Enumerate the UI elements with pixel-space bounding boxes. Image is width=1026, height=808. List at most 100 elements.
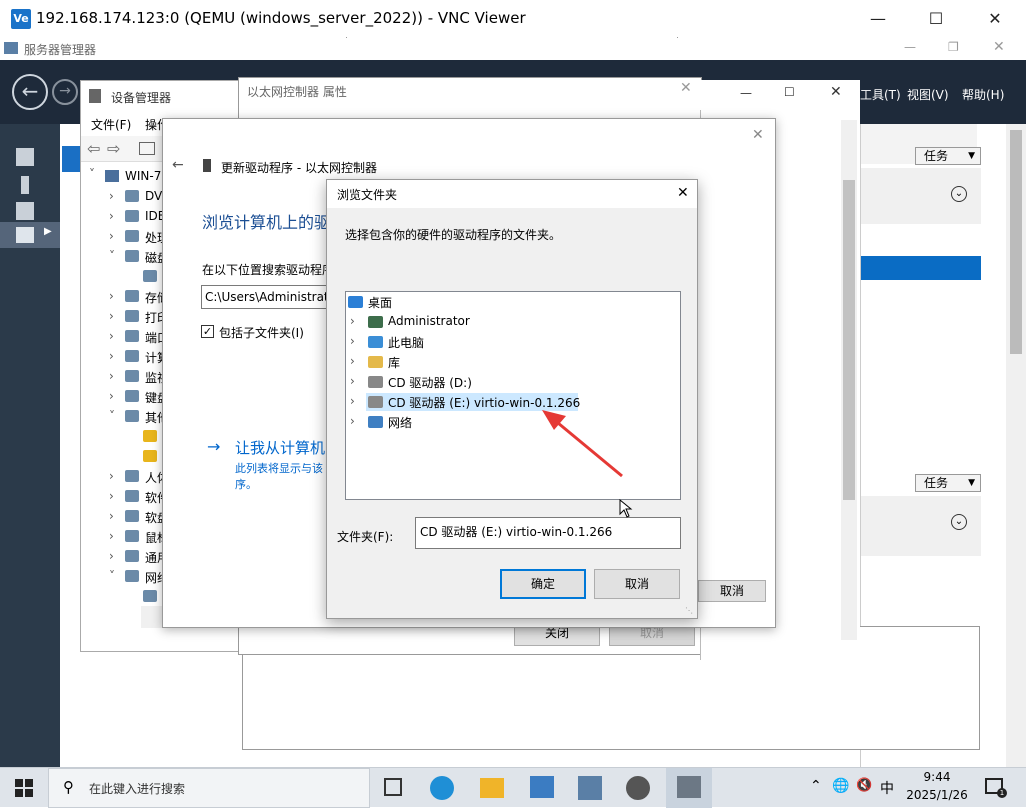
edge-icon[interactable] — [430, 776, 454, 800]
include-subfolders-checkbox[interactable]: ✓ — [201, 325, 214, 338]
menu-help[interactable]: 帮助(H) — [962, 86, 1004, 103]
properties-close-icon[interactable]: ✕ — [680, 80, 692, 96]
chevron-right-icon[interactable]: › — [350, 394, 355, 408]
update-driver-close-icon[interactable]: ✕ — [752, 127, 764, 143]
start-icon[interactable] — [15, 779, 33, 797]
selected-row[interactable] — [861, 256, 981, 280]
dashboard-icon[interactable] — [16, 148, 34, 166]
forward-button[interactable]: → — [52, 79, 78, 105]
taskbar-search[interactable]: ⚲ 在此键入进行搜索 — [48, 768, 370, 808]
dm-close[interactable]: ✕ — [830, 84, 842, 100]
ime-indicator[interactable]: 中 — [880, 778, 894, 798]
chevron-right-icon[interactable]: › — [109, 369, 119, 383]
server-manager-taskbar-icon[interactable] — [530, 776, 554, 798]
sm-minimize-button[interactable]: — — [904, 40, 916, 54]
local-server-icon[interactable] — [21, 176, 29, 194]
mouse-cursor-icon — [619, 499, 633, 518]
chevron-right-icon[interactable]: › — [109, 189, 119, 203]
chevron-right-icon[interactable]: › — [109, 389, 119, 403]
active-app-highlight[interactable] — [666, 768, 712, 808]
chevron-right-icon[interactable]: › — [109, 469, 119, 483]
close-button[interactable]: ✕ — [975, 6, 1015, 32]
menu-tools[interactable]: 工具(T) — [860, 86, 901, 103]
menu-view[interactable]: 视图(V) — [907, 86, 949, 103]
folder-tree-item[interactable]: › CD 驱动器 (D:) — [346, 372, 680, 392]
dm-minimize[interactable]: — — [740, 86, 752, 100]
expand-icon[interactable]: ⌄ — [951, 186, 967, 202]
chevron-right-icon[interactable]: › — [350, 354, 355, 368]
device-icon — [143, 270, 157, 282]
file-storage-item[interactable]: ▶ — [0, 222, 60, 248]
folder-tree-label: 此电脑 — [388, 336, 425, 350]
expand-icon-2[interactable]: ⌄ — [951, 514, 967, 530]
chevron-right-icon: ▶ — [44, 226, 52, 237]
browse-cancel-button[interactable]: 取消 — [594, 569, 680, 599]
chevron-right-icon[interactable]: › — [350, 334, 355, 348]
folder-tree-item[interactable]: › 库 — [346, 352, 680, 372]
folder-icon — [368, 416, 383, 428]
chevron-right-icon[interactable]: › — [109, 549, 119, 563]
volume-icon[interactable]: 🔇 — [856, 778, 872, 793]
sm-close-button[interactable]: ✕ — [993, 39, 1005, 55]
chevron-right-icon[interactable]: › — [109, 529, 119, 543]
device-icon — [125, 230, 139, 242]
chevron-right-icon[interactable]: › — [109, 309, 119, 323]
pick-from-list-link[interactable]: 让我从计算机 — [235, 437, 325, 458]
minimize-button[interactable]: — — [858, 6, 898, 32]
device-manager-taskbar-icon[interactable] — [578, 776, 602, 800]
dm-menu-file[interactable]: 文件(F) — [91, 116, 131, 133]
task-view-icon[interactable] — [384, 778, 402, 796]
folder-tree-root[interactable]: 桌面 — [346, 292, 680, 312]
sm-scrollbar[interactable] — [1006, 124, 1026, 767]
file-explorer-icon[interactable] — [480, 778, 504, 798]
dm-forward-icon[interactable]: ⇨ — [107, 139, 120, 158]
driver-path-input[interactable]: C:\Users\Administrat — [201, 285, 329, 309]
show-hidden-icons[interactable]: ⌃ — [810, 778, 822, 794]
device-icon — [125, 190, 139, 202]
device-manager-title: 设备管理器 — [111, 91, 172, 105]
wizard-cancel-button[interactable]: 取消 — [698, 580, 766, 602]
chevron-right-icon[interactable]: › — [109, 229, 119, 243]
device-manager-icon — [89, 89, 101, 103]
folder-input[interactable]: CD 驱动器 (E:) virtio-win-0.1.266 — [415, 517, 681, 549]
chevron-right-icon[interactable]: › — [109, 349, 119, 363]
chevron-right-icon[interactable]: › — [350, 314, 355, 328]
sm-scrollbar-thumb[interactable] — [1010, 130, 1022, 354]
dm-maximize[interactable]: ☐ — [784, 85, 795, 99]
chevron-right-icon[interactable]: › — [109, 509, 119, 523]
dm-scrollbar[interactable] — [841, 120, 857, 640]
chevron-right-icon[interactable]: › — [350, 414, 355, 428]
chevron-right-icon[interactable]: › — [109, 209, 119, 223]
folder-tree-item[interactable]: › 此电脑 — [346, 332, 680, 352]
tasks-dropdown-1[interactable]: 任务 ▼ — [915, 147, 981, 165]
wizard-back-icon[interactable]: ← — [172, 157, 184, 173]
folder-tree-item[interactable]: › Administrator — [346, 312, 680, 332]
chevron-right-icon[interactable]: › — [109, 289, 119, 303]
resize-grip-icon[interactable]: ⋱ — [685, 606, 693, 615]
link-arrow-icon[interactable]: → — [207, 437, 220, 456]
back-button[interactable]: ← — [12, 74, 48, 110]
chevron-down-icon[interactable]: ˅ — [109, 409, 119, 423]
folder-tree-label: 库 — [388, 356, 401, 370]
all-servers-icon[interactable] — [16, 202, 34, 220]
ok-button[interactable]: 确定 — [500, 569, 586, 599]
tasks-dropdown-2[interactable]: 任务 ▼ — [915, 474, 981, 492]
browse-close-icon[interactable]: ✕ — [677, 185, 689, 201]
dm-properties-icon[interactable] — [139, 142, 155, 155]
chevron-down-icon[interactable]: ˅ — [109, 249, 119, 263]
chevron-right-icon[interactable]: › — [350, 374, 355, 388]
clock-time[interactable]: 9:44 — [906, 770, 968, 784]
dm-back-icon[interactable]: ⇦ — [87, 139, 100, 158]
clock-date[interactable]: 2025/1/26 — [900, 788, 974, 802]
sm-restore-button[interactable]: ❐ — [948, 40, 959, 54]
folder-tree-label: Administrator — [388, 314, 470, 328]
maximize-button[interactable]: ☐ — [916, 6, 956, 32]
chevron-down-icon[interactable]: ˅ — [109, 569, 119, 583]
settings-icon[interactable] — [626, 776, 650, 800]
device-icon — [125, 250, 139, 262]
search-icon: ⚲ — [63, 778, 74, 796]
server-manager-title: 服务器管理器 — [24, 43, 97, 57]
network-icon[interactable]: 🌐 — [832, 778, 849, 794]
chevron-right-icon[interactable]: › — [109, 489, 119, 503]
chevron-right-icon[interactable]: › — [109, 329, 119, 343]
